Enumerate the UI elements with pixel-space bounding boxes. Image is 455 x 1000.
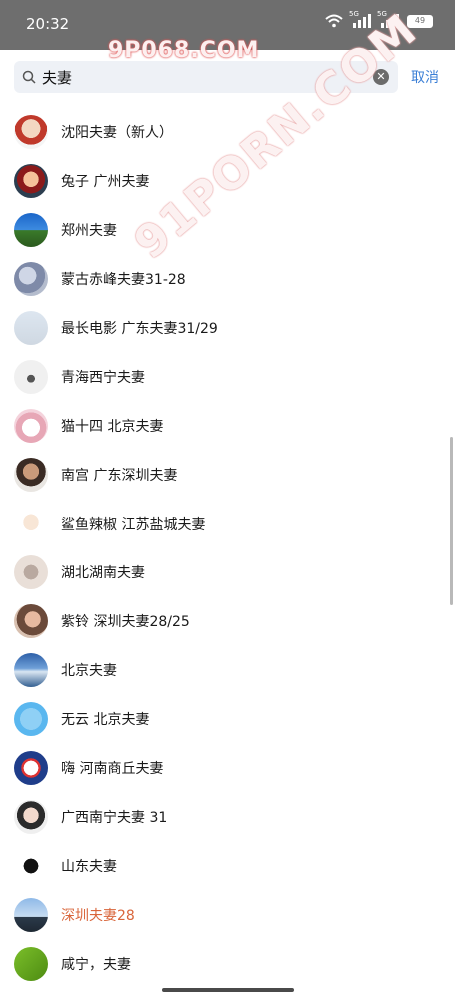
signal-label: 5G <box>349 10 359 18</box>
contact-row[interactable]: 沈阳夫妻（新人） <box>0 108 455 157</box>
avatar <box>14 653 48 688</box>
contact-row[interactable]: 兔子 广州夫妻 <box>0 157 455 206</box>
contact-name: 咸宁，夫妻 <box>61 956 131 973</box>
contact-row[interactable]: 南宫 广东深圳夫妻 <box>0 450 455 499</box>
contact-name: 南宫 广东深圳夫妻 <box>61 467 178 484</box>
contact-name: 紫铃 深圳夫妻28/25 <box>61 614 190 631</box>
search-input[interactable] <box>42 61 372 93</box>
home-indicator[interactable] <box>162 988 294 992</box>
contact-row[interactable]: 嗨 河南商丘夫妻 <box>0 744 455 793</box>
contact-name: 山东夫妻 <box>61 858 117 875</box>
search-box[interactable]: ✕ <box>14 61 398 93</box>
signal-icon: 5G <box>349 10 371 28</box>
contact-name: 青海西宁夫妻 <box>61 369 145 386</box>
contact-name: 猫十四 北京夫妻 <box>61 418 164 435</box>
avatar <box>14 164 48 199</box>
avatar <box>14 897 48 932</box>
avatar <box>14 604 48 639</box>
clear-search-icon[interactable]: ✕ <box>373 69 389 85</box>
contact-name: 无云 北京夫妻 <box>61 712 150 729</box>
contact-name: 北京夫妻 <box>61 663 117 680</box>
avatar <box>14 702 48 737</box>
status-bar: 20:32 5G 5G 49 <box>0 0 455 50</box>
contact-name: 广西南宁夫妻 31 <box>61 809 168 826</box>
avatar <box>14 262 48 297</box>
status-icons: 5G 5G 49 <box>325 10 433 28</box>
contact-row[interactable]: 广西南宁夫妻 31 <box>0 792 455 841</box>
contact-name: 鲨鱼辣椒 江苏盐城夫妻 <box>61 516 206 533</box>
contact-row[interactable]: 郑州夫妻 <box>0 206 455 255</box>
avatar <box>14 848 48 883</box>
cancel-button[interactable]: 取消 <box>411 67 439 87</box>
avatar <box>14 408 48 443</box>
signal-icon: 5G <box>377 10 399 28</box>
contact-row[interactable]: 山东夫妻 <box>0 841 455 890</box>
contact-name: 沈阳夫妻（新人） <box>61 125 173 142</box>
contact-row[interactable]: 深圳夫妻28 <box>0 890 455 939</box>
contact-row[interactable]: 湖北湖南夫妻 <box>0 548 455 597</box>
contact-row[interactable]: 咸宁，夫妻 <box>0 939 455 988</box>
contact-name: 兔子 广州夫妻 <box>61 174 150 191</box>
avatar <box>14 457 48 492</box>
avatar <box>14 555 48 590</box>
contact-row[interactable]: 北京夫妻 <box>0 646 455 695</box>
avatar <box>14 213 48 248</box>
contact-name: 嗨 河南商丘夫妻 <box>61 761 164 778</box>
wifi-icon <box>325 14 343 28</box>
contact-name: 深圳夫妻28 <box>61 907 135 924</box>
avatar <box>14 359 48 394</box>
contact-row[interactable]: 无云 北京夫妻 <box>0 695 455 744</box>
avatar <box>14 751 48 786</box>
contact-name: 郑州夫妻 <box>61 223 117 240</box>
contact-row[interactable]: 猫十四 北京夫妻 <box>0 401 455 450</box>
contact-row[interactable]: 紫铃 深圳夫妻28/25 <box>0 597 455 646</box>
contact-name: 湖北湖南夫妻 <box>61 565 145 582</box>
avatar <box>14 311 48 345</box>
contact-row[interactable]: 最长电影 广东夫妻31/29 <box>0 304 455 353</box>
battery-icon: 49 <box>407 14 433 28</box>
avatar <box>14 946 48 981</box>
avatar <box>14 115 48 150</box>
search-icon <box>22 69 36 88</box>
result-list: 沈阳夫妻（新人） 兔子 广州夫妻 郑州夫妻蒙古赤峰夫妻31-28 最长电影 广东夫妻3… <box>0 108 455 988</box>
contact-row[interactable]: 蒙古赤峰夫妻31-28 <box>0 255 455 304</box>
contact-name: 最长电影 广东夫妻31/29 <box>61 321 218 337</box>
signal-label: 5G <box>377 10 387 18</box>
avatar <box>14 506 48 541</box>
status-time: 20:32 <box>26 15 70 33</box>
avatar <box>14 799 48 834</box>
search-bar: ✕ 取消 <box>0 58 455 98</box>
contact-name: 蒙古赤峰夫妻31-28 <box>61 272 186 289</box>
scrollbar[interactable] <box>450 437 453 605</box>
contact-row[interactable]: 鲨鱼辣椒 江苏盐城夫妻 <box>0 499 455 548</box>
contact-row[interactable]: 青海西宁夫妻 <box>0 352 455 401</box>
